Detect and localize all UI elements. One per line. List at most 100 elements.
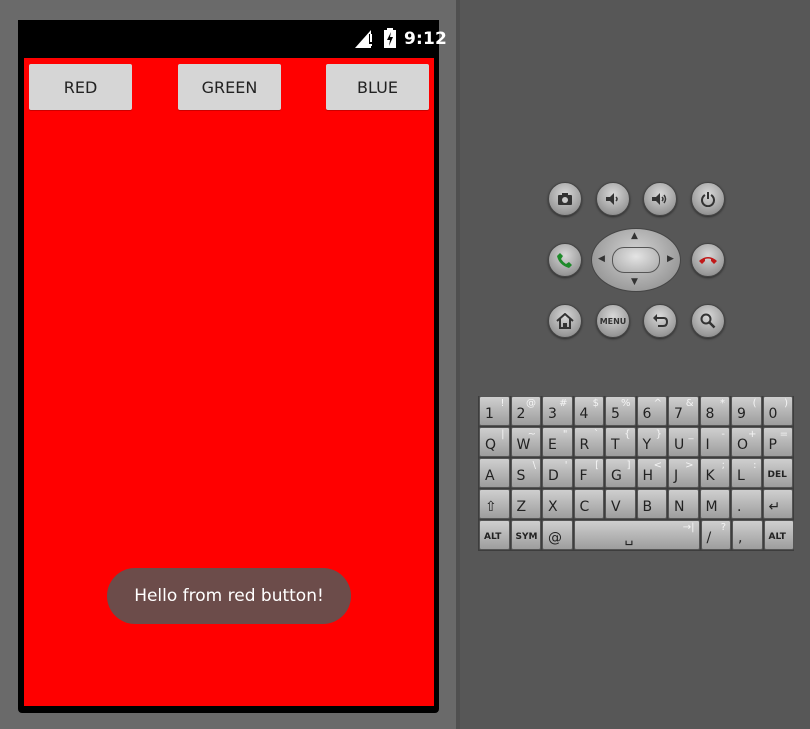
key-z[interactable]: Z [510, 489, 541, 519]
key-main-label: / [706, 530, 712, 546]
key-r[interactable]: R ` [573, 427, 604, 457]
blue-button[interactable]: BLUE [326, 64, 429, 110]
end-call-icon [699, 257, 717, 264]
volume-down-button[interactable] [596, 182, 630, 216]
key-alt-label: % [620, 398, 631, 409]
key-i[interactable]: I- [699, 427, 730, 457]
key-space[interactable]: ␣ →| [573, 520, 700, 550]
key-,[interactable]: , [732, 520, 763, 550]
dpad-center-button[interactable] [612, 247, 660, 273]
key-main-label: 0 [768, 406, 778, 422]
dpad-left-icon[interactable]: ◀ [598, 255, 605, 264]
key-f[interactable]: F[ [573, 458, 604, 488]
home-button[interactable] [548, 304, 582, 338]
key-n[interactable]: N [668, 489, 699, 519]
key-main-label: G [611, 468, 622, 484]
key-main-label: Y [642, 437, 652, 453]
key-alt-label: ! [500, 398, 505, 409]
key-a[interactable]: A [479, 458, 510, 488]
key-j[interactable]: J > [668, 458, 699, 488]
key-/[interactable]: /? [700, 520, 731, 550]
key-main-label: O [737, 437, 749, 453]
key-main-label: 1 [485, 406, 494, 422]
key-7[interactable]: 7 & [668, 396, 699, 426]
key-5[interactable]: 5% [605, 396, 636, 426]
key-c[interactable]: C [573, 489, 604, 519]
key-alt[interactable]: ALT [479, 520, 510, 550]
key-s[interactable]: S \ [510, 458, 541, 488]
key-b[interactable]: B [636, 489, 667, 519]
green-button[interactable]: GREEN [178, 64, 281, 110]
key-main-label: ALT [768, 532, 786, 542]
key-alt-label: $ [592, 398, 599, 409]
key-p[interactable]: P = [762, 427, 793, 457]
key-alt-label: > [685, 460, 694, 471]
key-y[interactable]: Y} [636, 427, 667, 457]
key-4[interactable]: 4 $ [573, 396, 604, 426]
dpad-right-icon[interactable]: ▶ [667, 255, 674, 264]
status-clock: 9:12 [404, 29, 448, 49]
dpad-down-icon[interactable]: ▼ [631, 278, 638, 287]
key-main-label: , [738, 530, 743, 546]
key-k[interactable]: K; [699, 458, 730, 488]
key-shift[interactable]: ⇧ [479, 489, 510, 519]
key-alt-label: = [779, 429, 788, 440]
search-button[interactable] [691, 304, 725, 338]
key-alt-label: _ [688, 429, 694, 440]
key-1[interactable]: 1! [479, 396, 510, 426]
key-h[interactable]: H < [636, 458, 667, 488]
key-9[interactable]: 9( [731, 396, 762, 426]
key-.[interactable]: . [731, 489, 762, 519]
power-button[interactable] [691, 182, 725, 216]
key-alt-label: ( [752, 398, 757, 409]
key-m[interactable]: M [699, 489, 730, 519]
key-g[interactable]: G] [605, 458, 636, 488]
key-main-label: H [642, 468, 654, 484]
back-button[interactable] [643, 304, 677, 338]
key-main-label: @ [548, 530, 562, 546]
back-icon [653, 314, 668, 327]
key-sym[interactable]: SYM [510, 520, 541, 550]
call-button[interactable] [548, 243, 582, 277]
key-u[interactable]: U _ [668, 427, 699, 457]
key-alt-label: ` [594, 429, 599, 440]
key-e[interactable]: E " [542, 427, 573, 457]
key-2[interactable]: 2 @ [510, 396, 541, 426]
key-@[interactable]: @ [542, 520, 573, 550]
key-del[interactable]: DEL [762, 458, 793, 488]
key-8[interactable]: 8 * [699, 396, 730, 426]
key-t[interactable]: T{ [605, 427, 636, 457]
key-alt[interactable]: ALT [763, 520, 794, 550]
key-alt-label: →| [682, 522, 695, 533]
call-icon [557, 253, 572, 268]
key-v[interactable]: V [605, 489, 636, 519]
key-6[interactable]: 6 ^ [636, 396, 667, 426]
dpad-up-icon[interactable]: ▲ [631, 232, 638, 241]
key-w[interactable]: W ~ [510, 427, 541, 457]
dpad[interactable]: ▲ ▼ ◀ ▶ [591, 228, 681, 292]
volume-up-icon [652, 193, 667, 205]
menu-button[interactable]: MENU [596, 304, 630, 338]
key-x[interactable]: X [542, 489, 573, 519]
key-main-label: 5 [611, 406, 620, 422]
key-alt-label: { [624, 429, 631, 440]
key-alt-label: [ [595, 460, 599, 471]
key-enter[interactable]: ↵ [762, 489, 793, 519]
key-3[interactable]: 3 # [542, 396, 573, 426]
key-alt-label: < [653, 460, 662, 471]
key-main-label: . [737, 499, 742, 515]
key-o[interactable]: O + [731, 427, 762, 457]
volume-up-button[interactable] [643, 182, 677, 216]
red-button[interactable]: RED [29, 64, 132, 110]
key-l[interactable]: L: [731, 458, 762, 488]
key-main-label: B [642, 499, 653, 515]
key-main-label: 9 [737, 406, 746, 422]
key-d[interactable]: D ' [542, 458, 573, 488]
camera-button[interactable] [548, 182, 582, 216]
key-q[interactable]: Q | [479, 427, 510, 457]
key-0[interactable]: 0) [762, 396, 793, 426]
end-call-button[interactable] [691, 243, 725, 277]
key-main-label: V [611, 499, 621, 515]
key-main-label: 7 [674, 406, 683, 422]
key-main-label: P [768, 437, 777, 453]
